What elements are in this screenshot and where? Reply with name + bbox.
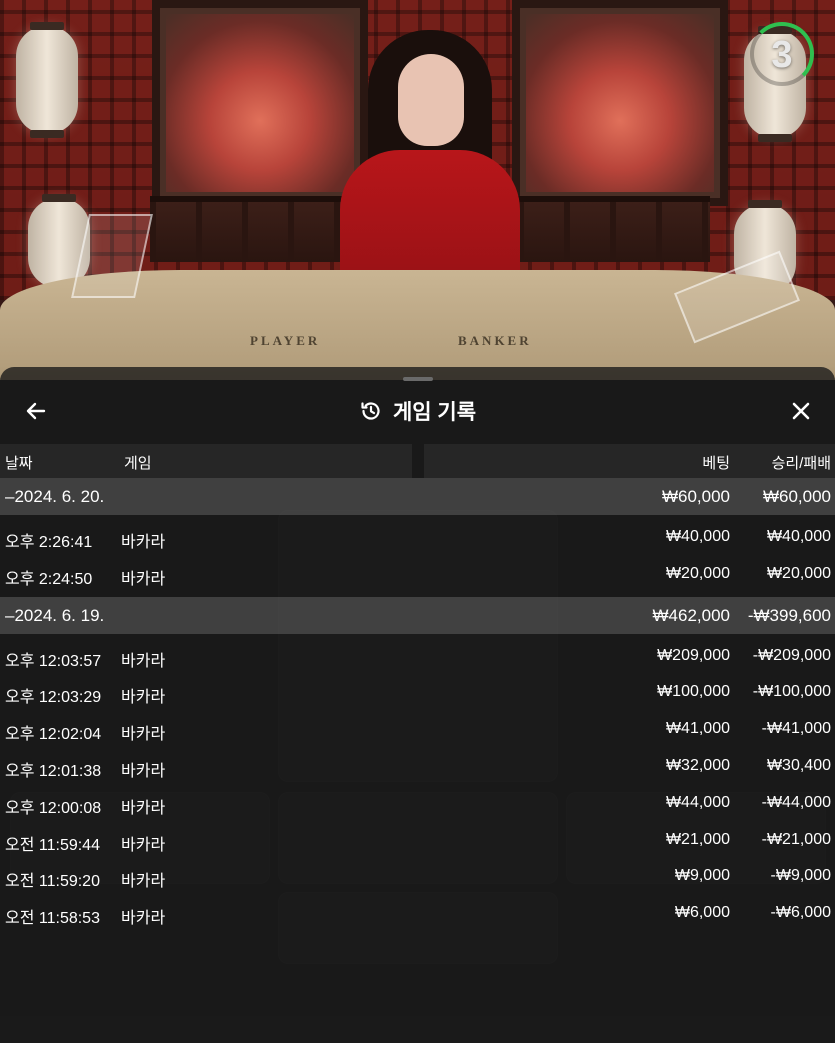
table-label-player: PLAYER bbox=[250, 333, 321, 348]
round-result: -₩6,000 bbox=[770, 904, 831, 922]
round-bet: ₩9,000 bbox=[674, 867, 730, 885]
round-time: 오후 12:03:57 bbox=[5, 652, 102, 670]
round-time: 오후 2:26:41 bbox=[5, 534, 93, 551]
game-history-panel: 게임 기록 날짜 게임 베팅 승리/패배 –2024. 6. 20. ₩60,0… bbox=[0, 367, 835, 1043]
round-game: 바카라 bbox=[121, 910, 166, 928]
history-row[interactable]: 오전 11:59:44 바카라 ₩21,000 -₩21,000 bbox=[0, 822, 835, 859]
screen: PLAYER BANKER 3 게임 기록 날짜 게임 베팅 승리/패배 –20… bbox=[0, 0, 835, 1043]
close-icon bbox=[792, 402, 810, 420]
round-result: ₩20,000 bbox=[766, 564, 831, 582]
round-game: 바카라 bbox=[121, 570, 166, 588]
column-header-game: 게임 bbox=[124, 455, 152, 472]
window-right bbox=[512, 0, 728, 206]
round-result: -₩44,000 bbox=[761, 793, 831, 811]
live-video-feed: PLAYER BANKER 3 bbox=[0, 0, 835, 420]
round-game: 바카라 bbox=[121, 534, 166, 551]
history-list: –2024. 6. 20. ₩60,000 ₩60,000 오후 2:26:41… bbox=[0, 478, 835, 932]
round-bet: ₩209,000 bbox=[657, 646, 730, 664]
round-bet: ₩21,000 bbox=[665, 830, 730, 848]
history-row[interactable]: 오후 2:24:50 바카라 ₩20,000 ₩20,000 bbox=[0, 556, 835, 593]
group-bet-total: ₩60,000 bbox=[661, 487, 730, 506]
round-bet: ₩100,000 bbox=[657, 683, 730, 701]
group-result-total: -₩399,600 bbox=[747, 605, 831, 625]
round-game: 바카라 bbox=[121, 652, 166, 670]
history-row[interactable]: 오후 12:03:57 바카라 ₩209,000 -₩209,000 bbox=[0, 638, 835, 675]
date-group-row[interactable]: –2024. 6. 19. ₩462,000 -₩399,600 bbox=[0, 596, 835, 634]
round-bet: ₩20,000 bbox=[665, 564, 730, 582]
round-game: 바카라 bbox=[121, 873, 166, 891]
history-row[interactable]: 오후 12:01:38 바카라 ₩32,000 ₩30,400 bbox=[0, 748, 835, 785]
round-time: 오후 12:02:04 bbox=[5, 726, 102, 744]
round-game: 바카라 bbox=[121, 836, 166, 854]
history-row[interactable]: 오후 2:26:41 바카라 ₩40,000 ₩40,000 bbox=[0, 519, 835, 556]
round-result: -₩9,000 bbox=[770, 867, 831, 885]
history-row[interactable]: 오후 12:02:04 바카라 ₩41,000 -₩41,000 bbox=[0, 711, 835, 748]
round-result: -₩21,000 bbox=[761, 830, 831, 848]
round-game: 바카라 bbox=[121, 726, 166, 744]
history-icon bbox=[361, 402, 380, 420]
round-time: 오후 12:01:38 bbox=[5, 762, 102, 780]
round-bet: ₩44,000 bbox=[665, 793, 730, 811]
round-bet: ₩41,000 bbox=[665, 720, 730, 738]
round-result: -₩209,000 bbox=[752, 646, 831, 664]
round-result: ₩40,000 bbox=[766, 528, 831, 545]
round-time: 오전 11:59:20 bbox=[5, 873, 100, 891]
round-bet: ₩6,000 bbox=[674, 904, 730, 922]
lantern-icon bbox=[16, 22, 78, 138]
round-game: 바카라 bbox=[121, 689, 166, 707]
round-game: 바카라 bbox=[121, 762, 166, 780]
round-result: ₩30,400 bbox=[766, 756, 831, 774]
column-header-bet: 베팅 bbox=[702, 455, 730, 472]
group-date: –2024. 6. 19. bbox=[5, 605, 105, 625]
round-timer: 3 bbox=[750, 22, 814, 102]
group-date: –2024. 6. 20. bbox=[5, 487, 105, 506]
round-result: -₩41,000 bbox=[761, 720, 831, 738]
round-game: 바카라 bbox=[121, 799, 166, 817]
timer-value: 3 bbox=[771, 34, 793, 76]
round-time: 오전 11:58:53 bbox=[5, 910, 100, 928]
round-bet: ₩40,000 bbox=[665, 528, 730, 545]
round-time: 오후 2:24:50 bbox=[5, 570, 93, 588]
column-header-date: 날짜 bbox=[5, 455, 33, 472]
table-header: 날짜 게임 베팅 승리/패배 bbox=[0, 444, 835, 478]
history-row[interactable]: 오전 11:58:53 바카라 ₩6,000 -₩6,000 bbox=[0, 895, 835, 932]
round-result: -₩100,000 bbox=[752, 683, 831, 701]
history-row[interactable]: 오후 12:03:29 바카라 ₩100,000 -₩100,000 bbox=[0, 674, 835, 711]
round-bet: ₩32,000 bbox=[665, 756, 730, 774]
group-result-total: ₩60,000 bbox=[762, 487, 831, 506]
panel-title-group: 게임 기록 bbox=[0, 395, 835, 427]
column-header-result: 승리/패배 bbox=[771, 455, 831, 472]
round-time: 오후 12:03:29 bbox=[5, 689, 102, 707]
panel-title: 게임 기록 bbox=[392, 401, 477, 424]
drag-handle[interactable] bbox=[403, 377, 433, 381]
history-row[interactable]: 오전 11:59:20 바카라 ₩9,000 -₩9,000 bbox=[0, 858, 835, 895]
round-time: 오후 12:00:08 bbox=[5, 799, 102, 817]
date-group-row[interactable]: –2024. 6. 20. ₩60,000 ₩60,000 bbox=[0, 478, 835, 515]
history-row[interactable]: 오후 12:00:08 바카라 ₩44,000 -₩44,000 bbox=[0, 785, 835, 822]
group-bet-total: ₩462,000 bbox=[652, 605, 731, 625]
table-label-banker: BANKER bbox=[458, 333, 532, 348]
round-time: 오전 11:59:44 bbox=[5, 836, 100, 854]
close-button[interactable] bbox=[785, 395, 817, 427]
panel-header: 게임 기록 bbox=[0, 387, 835, 431]
